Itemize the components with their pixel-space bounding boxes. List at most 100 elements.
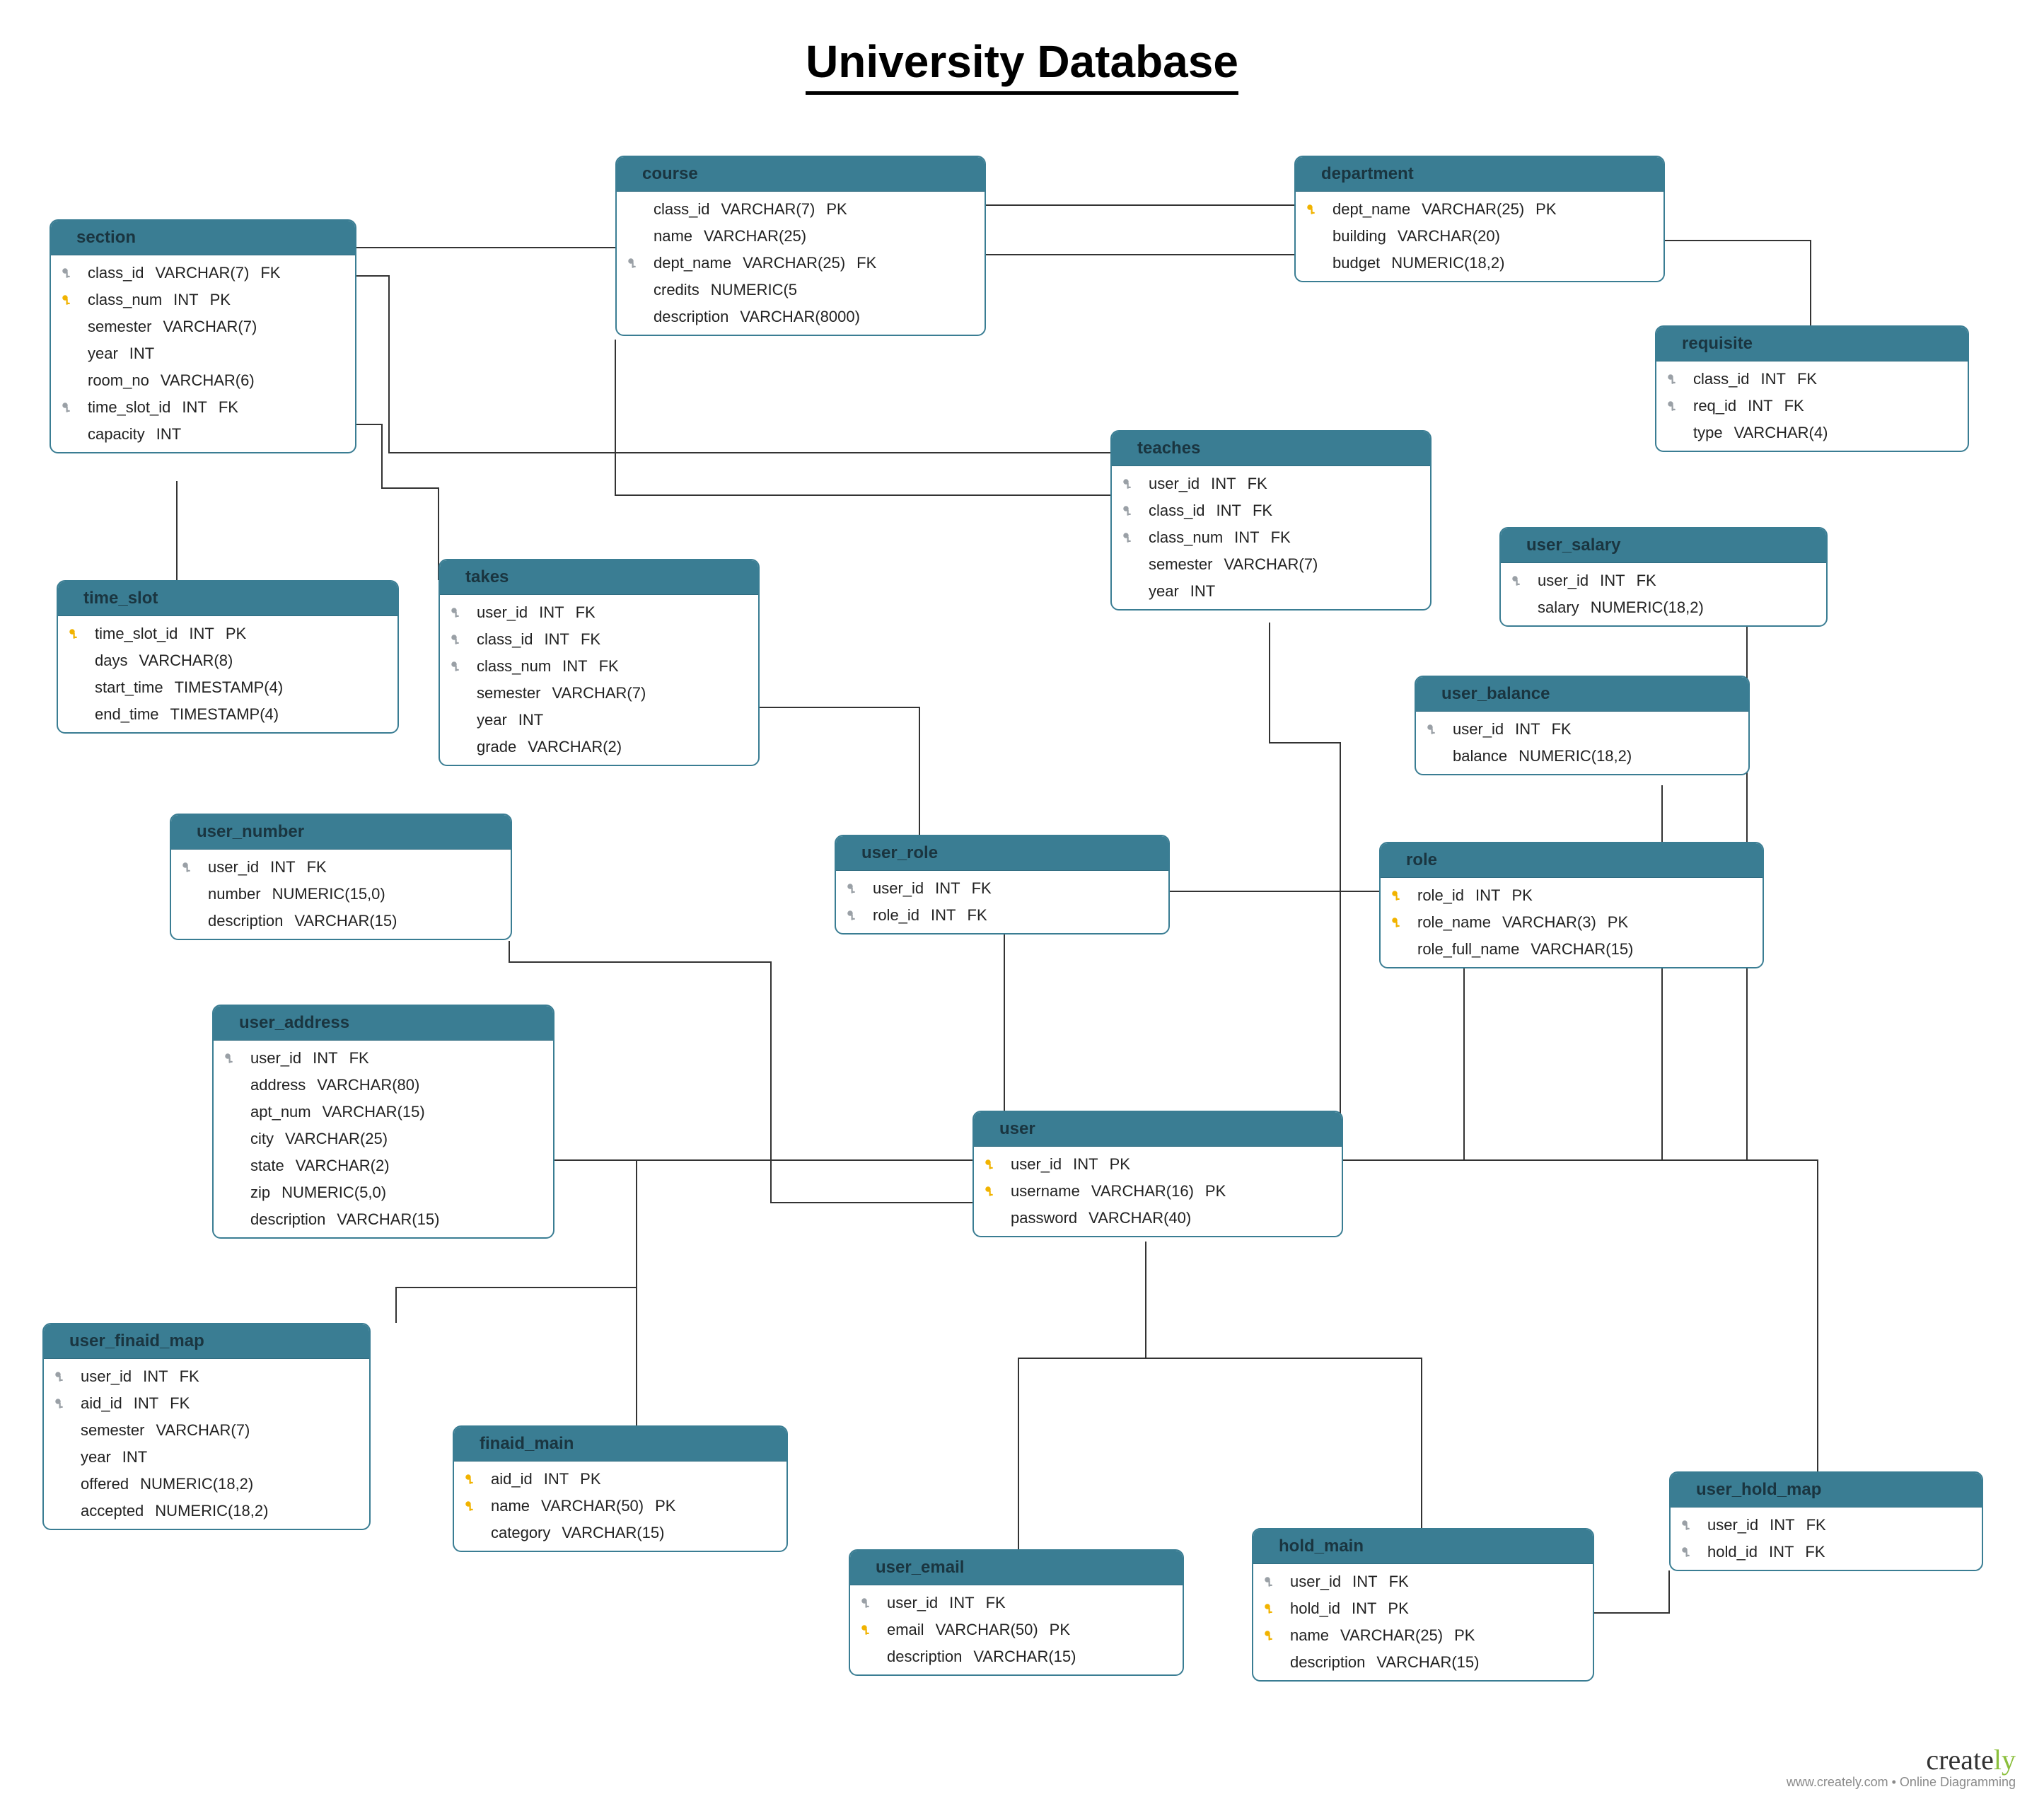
column-type: NUMERIC(18,2) [155,1502,268,1520]
column-row: description VARCHAR(15) [214,1206,553,1233]
key-icon [1423,723,1441,736]
column-type: VARCHAR(7) [552,684,646,702]
column-name: user_id [1453,720,1504,739]
column-type: VARCHAR(25) [704,227,806,245]
column-row: end_time TIMESTAMP(4) [58,701,397,728]
column-row: name VARCHAR(25) PK [1253,1622,1593,1649]
column-key: FK [599,657,619,676]
column-name: days [95,652,127,670]
entity-hold_main[interactable]: hold_main user_id INT FK hold_id INT PK [1252,1528,1594,1682]
entity-body: class_id VARCHAR(7) FK class_num INT PK … [51,255,355,452]
entity-user_balance[interactable]: user_balance user_id INT FK balance NUME… [1415,676,1750,775]
column-name: password [1011,1209,1077,1227]
entity-header[interactable]: user_finaid_map [44,1324,369,1359]
column-name: type [1693,424,1723,442]
column-name: time_slot_id [95,625,178,643]
column-name: year [477,711,507,729]
column-type: INT [1073,1155,1098,1174]
column-name: room_no [88,371,149,390]
entity-header[interactable]: hold_main [1253,1529,1593,1564]
column-name: hold_id [1707,1543,1758,1561]
column-key: PK [1205,1182,1226,1200]
entity-user_number[interactable]: user_number user_id INT FK number NUMERI… [170,814,512,940]
entity-requisite[interactable]: requisite class_id INT FK req_id INT FK … [1655,325,1969,452]
key-icon [624,257,642,270]
entity-header[interactable]: teaches [1112,432,1430,466]
entity-user_address[interactable]: user_address user_id INT FK address VARC… [212,1005,554,1239]
column-row: year INT [51,340,355,367]
entity-header[interactable]: user_salary [1501,528,1826,563]
column-type: INT [1770,1516,1794,1534]
column-row: class_num INT PK [51,287,355,313]
column-row: name VARCHAR(25) [617,223,985,250]
column-key: FK [968,906,987,925]
entity-course[interactable]: course class_id VARCHAR(7) PK name VARCH… [615,156,986,336]
column-row: class_id VARCHAR(7) PK [617,196,985,223]
entity-user_finaid_map[interactable]: user_finaid_map user_id INT FK aid_id IN… [42,1323,371,1530]
entity-header[interactable]: user_address [214,1006,553,1041]
entity-header[interactable]: time_slot [58,582,397,616]
connector [1591,1570,1669,1613]
column-name: semester [1149,555,1212,574]
entity-department[interactable]: department dept_name VARCHAR(25) PK buil… [1294,156,1665,282]
column-type: TIMESTAMP(4) [175,678,284,697]
key-icon [1119,504,1137,517]
entity-header[interactable]: user_email [850,1551,1183,1585]
column-name: name [1290,1626,1329,1645]
entity-user_hold_map[interactable]: user_hold_map user_id INT FK hold_id INT… [1669,1471,1983,1571]
entity-header[interactable]: finaid_main [454,1427,786,1462]
column-type: NUMERIC(18,2) [1519,747,1632,765]
entity-header[interactable]: user_hold_map [1671,1473,1982,1508]
entity-header[interactable]: requisite [1656,327,1968,361]
column-name: balance [1453,747,1507,765]
column-type: INT [949,1594,974,1612]
entity-time_slot[interactable]: time_slot time_slot_id INT PK days VARCH… [57,580,399,734]
entity-header[interactable]: department [1296,157,1663,192]
column-type: VARCHAR(7) [156,1421,250,1440]
entity-user_salary[interactable]: user_salary user_id INT FK salary NUMERI… [1499,527,1828,627]
column-row: role_name VARCHAR(3) PK [1381,909,1763,936]
entity-takes[interactable]: takes user_id INT FK class_id INT FK [439,559,760,766]
column-type: VARCHAR(50) [936,1621,1038,1639]
entity-header[interactable]: user_balance [1416,677,1748,712]
column-name: budget [1332,254,1380,272]
column-type: VARCHAR(15) [1376,1653,1479,1672]
entity-header[interactable]: course [617,157,985,192]
column-name: user_id [873,879,924,898]
entity-body: class_id INT FK req_id INT FK type VARCH… [1656,361,1968,451]
key-icon [1508,574,1526,587]
column-name: apt_num [250,1103,311,1121]
entity-header[interactable]: user_number [171,815,511,850]
entity-body: user_id INT FK hold_id INT PK name VARCH… [1253,1564,1593,1680]
entity-role[interactable]: role role_id INT PK role_name VARCHAR(3)… [1379,842,1764,968]
column-type: NUMERIC(15,0) [272,885,385,903]
entity-header[interactable]: role [1381,843,1763,878]
entity-teaches[interactable]: teaches user_id INT FK class_id INT FK [1110,430,1432,611]
column-row: number NUMERIC(15,0) [171,881,511,908]
column-type: VARCHAR(2) [296,1157,390,1175]
column-row: semester VARCHAR(7) [51,313,355,340]
column-key: PK [1388,1599,1408,1618]
column-key: PK [1512,886,1533,905]
column-type: INT [122,1448,147,1466]
column-type: INT [134,1394,158,1413]
entity-user_role[interactable]: user_role user_id INT FK role_id INT FK [835,835,1170,935]
column-row: user_id INT FK [1501,567,1826,594]
connector [1018,1242,1146,1549]
entity-header[interactable]: section [51,221,355,255]
column-name: description [208,912,283,930]
entity-user[interactable]: user user_id INT PK username VARCHAR(16)… [972,1111,1343,1237]
entity-header[interactable]: user_role [836,836,1168,871]
entity-section[interactable]: section class_id VARCHAR(7) FK class_num… [50,219,356,453]
column-row: year INT [1112,578,1430,605]
entity-finaid_main[interactable]: finaid_main aid_id INT PK name VARCHAR(5… [453,1425,788,1552]
column-name: req_id [1693,397,1736,415]
entity-body: role_id INT PK role_name VARCHAR(3) PK r… [1381,878,1763,967]
key-icon [843,882,861,895]
entity-header[interactable]: user [974,1112,1342,1147]
column-key: FK [1784,397,1804,415]
column-row: role_id INT PK [1381,882,1763,909]
entity-header[interactable]: takes [440,560,758,595]
key-icon [58,401,76,414]
entity-user_email[interactable]: user_email user_id INT FK email VARCHAR(… [849,1549,1184,1676]
